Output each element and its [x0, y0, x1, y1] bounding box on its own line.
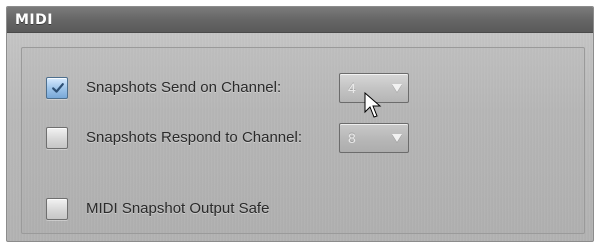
- chevron-down-icon: [392, 134, 402, 142]
- snapshots-send-channel-value: 4: [348, 80, 356, 96]
- chevron-down-icon: [392, 84, 402, 92]
- snapshots-send-row: Snapshots Send on Channel: 4: [22, 73, 584, 103]
- midi-output-safe-row: MIDI Snapshot Output Safe: [22, 194, 584, 224]
- midi-settings-panel: MIDI Snapshots Send on Channel: 4 Snapsh…: [6, 6, 594, 242]
- snapshots-respond-row: Snapshots Respond to Channel: 8: [22, 123, 584, 153]
- snapshots-respond-channel-value: 8: [348, 130, 356, 146]
- panel-header: MIDI: [7, 7, 593, 33]
- midi-output-safe-checkbox[interactable]: [46, 198, 68, 220]
- snapshots-respond-checkbox[interactable]: [46, 127, 68, 149]
- checkmark-icon: [52, 83, 64, 93]
- snapshots-send-checkbox[interactable]: [46, 77, 68, 99]
- midi-output-safe-label: MIDI Snapshot Output Safe: [86, 200, 270, 217]
- snapshots-respond-label: Snapshots Respond to Channel:: [86, 129, 302, 146]
- panel-title: MIDI: [15, 12, 53, 28]
- snapshots-send-label: Snapshots Send on Channel:: [86, 79, 282, 96]
- snapshots-send-channel-select[interactable]: 4: [339, 73, 409, 103]
- snapshots-respond-channel-select[interactable]: 8: [339, 123, 409, 153]
- settings-group: Snapshots Send on Channel: 4 Snapshots R…: [21, 47, 585, 234]
